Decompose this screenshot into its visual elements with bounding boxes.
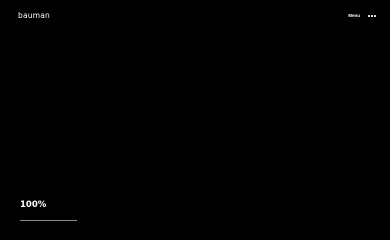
progress-track — [20, 219, 77, 221]
page: bauman Menu 100% — [0, 0, 390, 240]
more-dots-icon — [368, 15, 376, 17]
dot — [371, 15, 373, 17]
menu-label: Menu — [348, 12, 361, 18]
header: bauman Menu — [18, 9, 376, 23]
dot — [374, 15, 376, 17]
logo[interactable]: bauman — [18, 12, 50, 20]
progress-fill — [20, 219, 77, 221]
dot — [368, 15, 370, 17]
menu-button[interactable]: Menu — [348, 12, 376, 19]
loading-indicator: 100% — [20, 201, 77, 221]
loading-percent: 100% — [20, 200, 47, 210]
